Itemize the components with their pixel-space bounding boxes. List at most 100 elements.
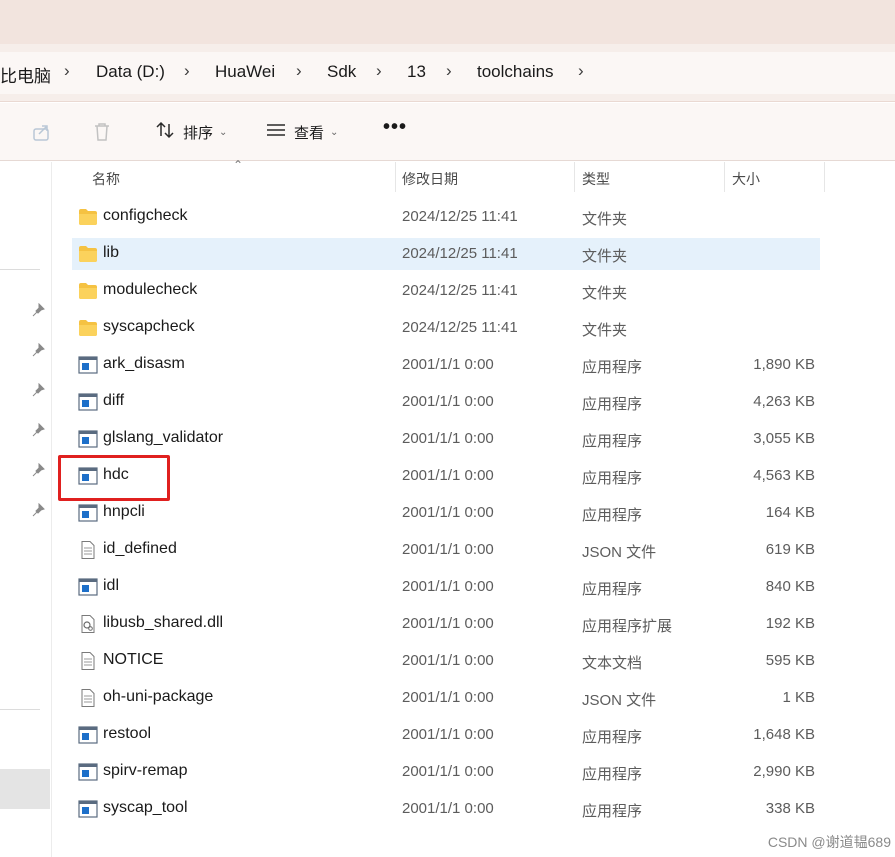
highlight-annotation-box bbox=[58, 455, 170, 501]
file-row[interactable]: lib 2024/12/25 11:41 文件夹 bbox=[72, 238, 820, 270]
breadcrumb-item-data-drive[interactable]: Data (D:) bbox=[96, 62, 165, 82]
file-row[interactable]: glslang_validator 2001/1/1 0:00 应用程序 3,055 … bbox=[72, 423, 820, 455]
pin-icon[interactable] bbox=[32, 422, 46, 437]
file-row[interactable]: restool 2001/1/1 0:00 应用程序 1,648 KB bbox=[72, 719, 820, 751]
folder-icon bbox=[78, 245, 98, 263]
command-bar: 排序 ⌄ 查看 ⌄ bbox=[0, 103, 895, 161]
folder-icon bbox=[78, 319, 98, 337]
column-header-size[interactable]: 大小 bbox=[732, 169, 760, 201]
file-row[interactable]: hdc 2001/1/1 0:00 应用程序 4,563 KB bbox=[72, 460, 820, 492]
file-modified-date: 2001/1/1 0:00 bbox=[402, 504, 494, 521]
file-name: ark_disasm bbox=[103, 355, 185, 372]
file-row[interactable]: syscapcheck 2024/12/25 11:41 文件夹 bbox=[72, 312, 820, 344]
file-row[interactable]: hnpcli 2001/1/1 0:00 应用程序 164 KB bbox=[72, 497, 820, 529]
file-type: 文件夹 bbox=[582, 322, 628, 339]
file-type: 文件夹 bbox=[582, 211, 628, 228]
file-modified-date: 2001/1/1 0:00 bbox=[402, 430, 494, 447]
breadcrumb-expand-chevron[interactable]: › bbox=[578, 61, 584, 81]
file-type: 应用程序 bbox=[582, 581, 643, 598]
file-name: glslang_validator bbox=[103, 429, 224, 446]
file-size: 619 KB bbox=[765, 541, 815, 558]
file-name: oh-uni-package bbox=[103, 688, 214, 705]
window-title-strip bbox=[0, 0, 895, 44]
document-icon bbox=[78, 541, 98, 559]
file-type: JSON 文件 bbox=[582, 692, 657, 709]
share-icon[interactable] bbox=[31, 121, 53, 143]
chevron-down-icon: ⌄ bbox=[219, 126, 228, 138]
column-header-type[interactable]: 类型 bbox=[582, 169, 610, 201]
file-modified-date: 2001/1/1 0:00 bbox=[402, 615, 494, 632]
column-divider[interactable] bbox=[395, 162, 396, 192]
breadcrumb-separator[interactable]: › bbox=[64, 61, 70, 81]
file-name: idl bbox=[103, 577, 120, 594]
file-modified-date: 2001/1/1 0:00 bbox=[402, 689, 494, 706]
breadcrumb-separator[interactable]: › bbox=[376, 61, 382, 81]
pin-icon[interactable] bbox=[32, 502, 46, 517]
file-modified-date: 2024/12/25 11:41 bbox=[402, 245, 518, 262]
breadcrumb-item-huawei[interactable]: HuaWei bbox=[215, 62, 275, 82]
file-modified-date: 2001/1/1 0:00 bbox=[402, 356, 494, 373]
file-modified-date: 2001/1/1 0:00 bbox=[402, 393, 494, 410]
breadcrumb-separator[interactable]: › bbox=[296, 61, 302, 81]
breadcrumb-item-sdk[interactable]: Sdk bbox=[327, 62, 356, 82]
file-type: 应用程序 bbox=[582, 470, 643, 487]
pin-icon[interactable] bbox=[32, 382, 46, 397]
file-size: 4,263 KB bbox=[753, 393, 815, 410]
file-name: lib bbox=[103, 244, 120, 261]
pin-icon[interactable] bbox=[32, 462, 46, 477]
sort-button[interactable]: 排序 ⌄ bbox=[155, 117, 227, 147]
breadcrumb-separator[interactable]: › bbox=[184, 61, 190, 81]
column-divider[interactable] bbox=[724, 162, 725, 192]
nav-divider bbox=[0, 709, 40, 710]
application-icon bbox=[78, 763, 98, 781]
file-type: 应用程序 bbox=[582, 766, 643, 783]
file-size: 164 KB bbox=[765, 504, 815, 521]
file-row[interactable]: libusb_shared.dll 2001/1/1 0:00 应用程序扩展 192 … bbox=[72, 608, 820, 640]
pin-icon[interactable] bbox=[32, 302, 46, 317]
delete-icon[interactable] bbox=[91, 121, 113, 143]
chevron-down-icon: ⌄ bbox=[330, 126, 339, 138]
file-row[interactable]: oh-uni-package 2001/1/1 0:00 JSON 文件 1 KB bbox=[72, 682, 820, 714]
file-row[interactable]: configcheck 2024/12/25 11:41 文件夹 bbox=[72, 201, 820, 233]
view-button[interactable]: 查看 ⌄ bbox=[266, 117, 338, 147]
file-row[interactable]: diff 2001/1/1 0:00 应用程序 4,263 KB bbox=[72, 386, 820, 418]
breadcrumb-item-this-pc[interactable]: 比电脑 bbox=[0, 62, 51, 87]
view-label: 查看 bbox=[294, 124, 325, 142]
file-row[interactable]: NOTICE 2001/1/1 0:00 文本文档 595 KB bbox=[72, 645, 820, 677]
file-row[interactable]: ark_disasm 2001/1/1 0:00 应用程序 1,890 KB bbox=[72, 349, 820, 381]
breadcrumb-item-toolchains[interactable]: toolchains bbox=[477, 62, 554, 82]
column-header-name[interactable]: 名称 bbox=[92, 169, 120, 201]
file-row[interactable]: syscap_tool 2001/1/1 0:00 应用程序 338 KB bbox=[72, 793, 820, 825]
application-icon bbox=[78, 504, 98, 522]
more-options-button[interactable]: ••• bbox=[383, 116, 407, 139]
column-header-date[interactable]: 修改日期 bbox=[402, 169, 458, 201]
file-modified-date: 2001/1/1 0:00 bbox=[402, 763, 494, 780]
application-icon bbox=[78, 430, 98, 448]
breadcrumb-separator[interactable]: › bbox=[446, 61, 452, 81]
file-name: hnpcli bbox=[103, 503, 145, 520]
file-modified-date: 2001/1/1 0:00 bbox=[402, 467, 494, 484]
file-size: 1,890 KB bbox=[753, 356, 815, 373]
file-modified-date: 2001/1/1 0:00 bbox=[402, 800, 494, 817]
column-divider[interactable] bbox=[574, 162, 575, 192]
file-type: 应用程序 bbox=[582, 803, 643, 820]
application-icon bbox=[78, 726, 98, 744]
file-modified-date: 2001/1/1 0:00 bbox=[402, 652, 494, 669]
pin-icon[interactable] bbox=[32, 342, 46, 357]
file-name: syscapcheck bbox=[103, 318, 195, 335]
breadcrumb-item-13[interactable]: 13 bbox=[407, 62, 426, 82]
file-type: 应用程序 bbox=[582, 396, 643, 413]
file-row[interactable]: modulecheck 2024/12/25 11:41 文件夹 bbox=[72, 275, 820, 307]
file-size: 1 KB bbox=[782, 689, 815, 706]
file-name: libusb_shared.dll bbox=[103, 614, 224, 631]
file-type: 应用程序 bbox=[582, 433, 643, 450]
file-size: 3,055 KB bbox=[753, 430, 815, 447]
file-row[interactable]: spirv-remap 2001/1/1 0:00 应用程序 2,990 KB bbox=[72, 756, 820, 788]
nav-item-selected[interactable] bbox=[0, 769, 50, 809]
column-divider[interactable] bbox=[824, 162, 825, 192]
file-row[interactable]: id_defined 2001/1/1 0:00 JSON 文件 619 KB bbox=[72, 534, 820, 566]
sort-icon bbox=[155, 120, 175, 144]
file-row[interactable]: idl 2001/1/1 0:00 应用程序 840 KB bbox=[72, 571, 820, 603]
application-icon bbox=[78, 578, 98, 596]
file-modified-date: 2001/1/1 0:00 bbox=[402, 578, 494, 595]
